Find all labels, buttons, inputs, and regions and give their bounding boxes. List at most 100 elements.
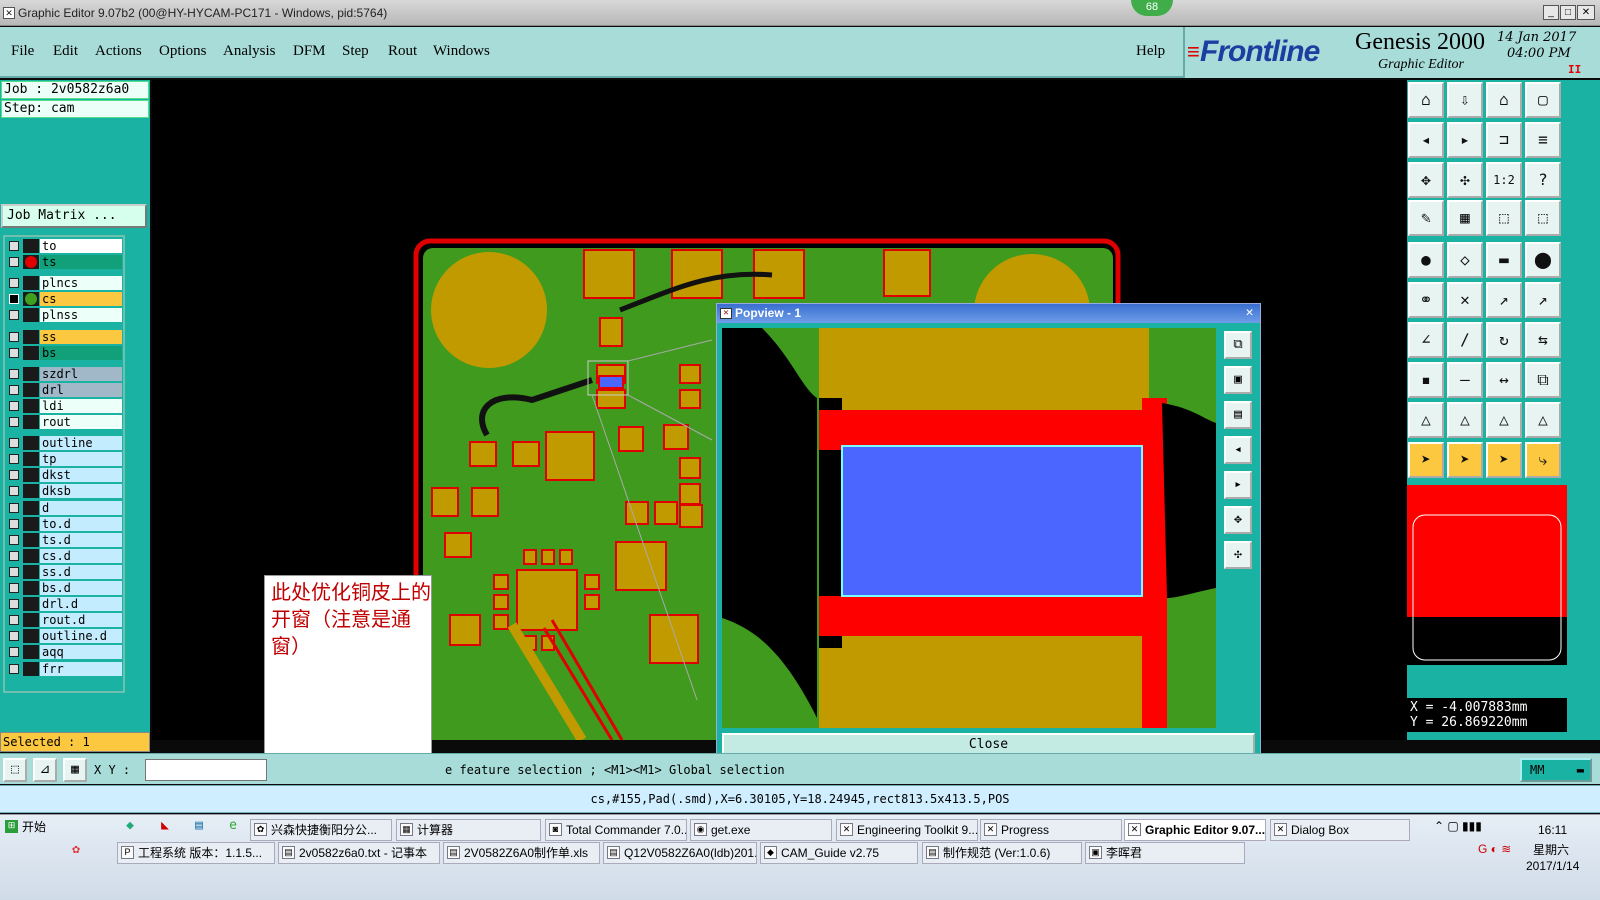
popview-window[interactable]: Popview - 1 ✕ ✕ ⧉ ▣ ▤ ◂ ▸ ✥ ✣ Close [716,303,1261,763]
layer-row-aqq[interactable]: aqq [7,645,122,660]
snap-edge-icon[interactable]: ◇ [1447,242,1483,278]
layer-checkbox[interactable] [9,599,19,610]
tray-app-icons[interactable]: G ◐ ≋ [1478,842,1511,856]
layer-checkbox[interactable] [9,631,19,642]
smd-pad[interactable] [625,501,649,525]
layer-name[interactable]: cs.d [40,548,122,563]
menu-step[interactable]: Step [342,43,369,60]
fit-icon[interactable]: ✥ [1224,506,1252,534]
menu-options[interactable]: Options [159,43,207,60]
select-mode-icon[interactable]: ⬚ [3,758,27,782]
layer-checkbox[interactable] [9,347,19,358]
layer-row-bs[interactable]: bs [7,345,122,360]
pause-indicator[interactable]: II [1568,63,1581,76]
taskbar-item[interactable]: ▤ 2v0582z6a0.txt - 记事本 [278,842,440,864]
slash-icon[interactable]: ∕ [1447,322,1483,358]
taskbar-item[interactable]: ✿ 兴森快捷衡阳分公... [250,819,392,841]
smd-pad[interactable] [679,364,701,384]
tri-icon[interactable]: △ [1408,402,1444,438]
grid-icon[interactable]: ▦ [1447,200,1483,236]
taskbar-item[interactable]: ✕ Engineering Toolkit 9.... [836,819,978,841]
smd-pad[interactable] [599,317,623,347]
popview-canvas[interactable] [722,328,1216,728]
smd-pad[interactable] [584,574,600,590]
smd-pad[interactable] [444,532,472,558]
layer-row-plnss[interactable]: plnss [7,308,122,323]
menu-edit[interactable]: Edit [53,43,78,60]
layer-checkbox[interactable] [9,534,19,545]
popview-close-icon[interactable]: ✕ [1242,306,1257,320]
tri3-icon[interactable]: △ [1486,402,1522,438]
layer-name[interactable]: frr [40,661,122,676]
smd-pad[interactable] [541,549,555,565]
layer-row-cs-d[interactable]: cs.d [7,548,122,563]
smd-pad[interactable] [679,483,701,505]
smd-pad[interactable] [649,614,699,664]
node-icon[interactable]: ↗ [1525,282,1561,318]
smd-pad[interactable] [449,614,481,646]
smd-pad[interactable] [493,614,509,630]
cross-icon[interactable]: ✕ [1447,282,1483,318]
layer-checkbox[interactable] [9,518,19,529]
job-matrix-button[interactable]: Job Matrix ... [1,204,147,228]
layer-row-drl[interactable]: drl [7,382,122,397]
layer-row-szdrl[interactable]: szdrl [7,366,122,381]
layer-row-ss[interactable]: ss [7,329,122,344]
layer-row-ts-d[interactable]: ts.d [7,532,122,547]
layer-row-ldi[interactable]: ldi [7,398,122,413]
menu-file[interactable]: File [11,43,34,60]
layer-row-rout[interactable]: rout [7,415,122,429]
popview-titlebar[interactable]: Popview - 1 [717,304,1260,323]
angle-icon[interactable]: ∠ [1408,322,1444,358]
layer-checkbox[interactable] [9,486,19,497]
layer-row-outline[interactable]: outline [7,436,122,451]
taskbar-item[interactable]: ▤ 制作规范 (Ver:1.0.6) [922,842,1082,864]
layers-red-icon[interactable]: ⬚ [1486,200,1522,236]
layer-row-ts[interactable]: ts [7,255,122,270]
zoom-in-icon[interactable]: ⧉ [1224,331,1252,359]
layer-row-bs-d[interactable]: bs.d [7,581,122,595]
menu-rout[interactable]: Rout [388,43,417,60]
selected-pad[interactable] [598,375,624,389]
width-icon[interactable]: ↔ [1486,362,1522,398]
layer-name[interactable]: ss [40,329,122,344]
smd-pad[interactable] [523,549,537,565]
layer-name[interactable]: ldi [40,398,122,413]
layer-checkbox[interactable] [9,550,19,561]
layer-checkbox[interactable] [9,257,19,268]
layer-name[interactable]: drl.d [40,597,122,612]
layer-row-drl-d[interactable]: drl.d [7,597,122,612]
layer-name[interactable]: dksb [40,484,122,499]
smd-pad[interactable] [679,389,701,409]
layer-checkbox[interactable] [9,615,19,626]
smd-pad[interactable] [431,487,459,517]
pad-icon[interactable]: ▪ [1408,362,1444,398]
taskbar-item[interactable]: ▤ 2V0582Z6A0制作单.xls [443,842,600,864]
home-icon[interactable]: ⌂ [1408,82,1444,118]
menu-analysis[interactable]: Analysis [223,43,276,60]
layer-checkbox[interactable] [9,647,19,658]
minimap[interactable] [1407,485,1567,665]
layer-row-to[interactable]: to [7,239,122,253]
start-button[interactable]: ⊞ 开始 [2,817,52,839]
zoom-fit-icon[interactable]: ✥ [1408,162,1444,198]
layer-name[interactable]: rout [40,415,122,429]
zoom-out-icon[interactable]: ≡ [1525,122,1561,158]
layer-name[interactable]: ts [40,255,122,270]
zoom-home-icon[interactable]: ⇩ [1447,82,1483,118]
smd-pad[interactable] [471,487,499,517]
ie-icon[interactable]: e [225,818,241,834]
taskbar-item[interactable]: ◙ Total Commander 7.0... [545,819,687,841]
layer-name[interactable]: outline [40,436,122,451]
quicklaunch-icon[interactable]: ◆ [122,818,138,834]
layer-checkbox[interactable] [9,400,19,411]
layer-checkbox[interactable] [9,331,19,342]
layer-row-plncs[interactable]: plncs [7,276,122,291]
layer-checkbox[interactable] [9,454,19,465]
mirror-icon[interactable]: ⇆ [1525,322,1561,358]
layer-name[interactable]: tp [40,452,122,467]
menu-actions[interactable]: Actions [95,43,142,60]
layer-name[interactable]: drl [40,382,122,397]
layer-row-dkst[interactable]: dkst [7,468,122,483]
smd-pad[interactable] [671,249,723,299]
